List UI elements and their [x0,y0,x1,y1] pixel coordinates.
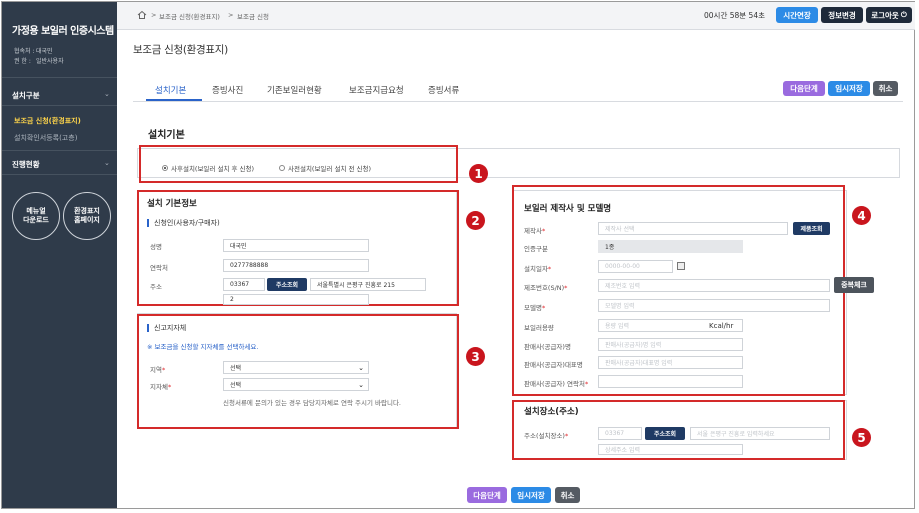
cert-label: 인증구분 [524,245,548,253]
region-select[interactable]: 선택 ⌄ [223,361,369,374]
local-gov-note: ※ 보조금을 신청할 지자체를 선택하세요. [147,343,259,351]
badge-3: 3 [466,347,485,366]
session-timer: 00시간 58분 54초 [704,11,765,20]
top-bar: > 보조금 신청(환경표지) > 보조금 신청 00시간 58분 54초 시간연… [117,2,915,30]
local-gov-help: 신청서류에 문의가 있는 경우 담당지자체로 연락 주시기 바랍니다. [223,399,401,407]
chevron-down-icon: ⌄ [358,364,364,372]
address-search-button[interactable]: 주소조회 [267,278,307,291]
next-step-button[interactable]: 다음단계 [783,81,825,96]
seller-contact-label: 판매사(공급자) 연락처* [524,380,589,388]
badge-4: 4 [852,206,871,225]
breadcrumb-item[interactable]: 보조금 신청(환경표지) [159,11,220,21]
badge-1: 1 [469,164,488,183]
phone-label: 연락처 [150,264,168,272]
sidebar-item-progress[interactable]: 진행현황 [12,159,40,170]
serial-label: 제조번호(S/N)* [524,284,568,292]
manual-download-button[interactable]: 메뉴얼 다운로드 [12,192,60,240]
sidebar: 가정용 보일러 인증시스템 협속처 : 대국민 권 한 : 일반사용자 설치구분 ⌄… [2,2,117,508]
radio-pre-install[interactable]: 사전설치(보일러 설치 전 신청) [279,163,371,173]
eco-homepage-button[interactable]: 환경표지 홈페이지 [63,192,111,240]
seller-label: 판매사(공급자)명 [524,343,571,351]
calendar-icon[interactable] [677,262,685,270]
maker-label: 제작사* [524,227,546,235]
home-icon[interactable] [137,10,147,20]
zip-field[interactable]: 03367 [223,278,265,291]
breadcrumb-current: 보조금 신청 [237,13,269,21]
power-icon: ⏻ [900,10,907,19]
app-title: 가정용 보일러 인증시스템 [12,26,114,37]
install-address-field[interactable]: 서울 은평구 진흥로 입력하세요 [690,427,830,440]
name-field[interactable]: 대국민 [223,239,369,252]
info-change-button[interactable]: 정보변경 [821,7,863,23]
next-step-button-bottom[interactable]: 다음단계 [467,487,507,503]
phone-field[interactable]: 0277788888 [223,259,369,272]
tab-evidence-docs[interactable]: 증빙서류 [428,84,459,96]
cancel-button-bottom[interactable]: 취소 [555,487,580,503]
install-zip-field[interactable]: 03367 [598,427,642,440]
basic-info-title: 설치 기본정보 [147,199,197,209]
install-address-search-button[interactable]: 주소조회 [645,427,685,440]
sidebar-item-install-type[interactable]: 설치구분 [12,90,40,101]
boiler-title: 보일러 제작사 및 모델명 [524,204,612,214]
user-info: 협속처 : 대국민 권 한 : 일반사용자 [14,48,64,65]
breadcrumb-sep: > [151,11,157,19]
duplicate-check-button[interactable]: 중복체크 [834,277,874,293]
maker-field[interactable]: 제작사 선택 [598,222,788,235]
seller-field[interactable]: 판매사(공급자)명 입력 [598,338,743,351]
sidebar-sub-subsidy[interactable]: 보조금 신청(환경표지) [14,116,81,126]
gov-select[interactable]: 선택 ⌄ [223,378,369,391]
install-address-label: 주소(설치장소)* [524,432,569,440]
model-label: 모델명* [524,304,546,312]
radio-post-install[interactable]: 사후설치(보일러 설치 후 신청) [162,163,254,173]
cancel-button[interactable]: 취소 [873,81,898,96]
seller-rep-label: 판매사(공급자)대표명 [524,361,583,369]
tab-old-boiler[interactable]: 기존보일러현황 [267,84,322,96]
address-label: 주소 [150,283,162,291]
temp-save-button-bottom[interactable]: 임시저장 [511,487,551,503]
applicant-subtitle: 신청인(사용자/구매자) [147,219,220,227]
tab-indicator [146,99,202,101]
local-gov-subtitle: 신고지자체 [147,324,186,332]
chevron-down-icon: ⌄ [358,381,364,389]
capacity-label: 보일러용량 [524,324,554,332]
badge-5: 5 [852,428,871,447]
breadcrumb-sep: > [228,11,234,19]
gov-label: 지자체* [150,383,172,391]
section-title: 설치기본 [148,130,185,141]
chevron-down-icon[interactable]: ⌄ [104,159,110,167]
temp-save-button[interactable]: 임시저장 [828,81,870,96]
tab-payment-request[interactable]: 보조금지급요청 [349,84,404,96]
tab-evidence-photo[interactable]: 증빙사진 [212,84,243,96]
install-detail-field[interactable]: 상세주소 입력 [598,444,743,455]
date-field[interactable]: 0000-00-00 [598,260,673,273]
model-field[interactable]: 모델명 입력 [598,299,830,312]
name-label: 성명 [150,243,162,251]
capacity-unit: Kcal/hr [709,322,734,330]
sidebar-sub-install-confirm[interactable]: 설치확인서등록(고층) [14,133,77,143]
address-detail-field[interactable]: 2 [223,294,369,305]
chevron-down-icon[interactable]: ⌄ [104,90,110,98]
seller-contact-field[interactable] [598,375,743,388]
tab-install-basic[interactable]: 설치기본 [155,84,186,96]
logout-button[interactable]: 로그아웃 ⏻ [866,7,912,23]
install-place-title: 설치장소(주소) [524,407,579,417]
date-label: 설치일자* [524,265,552,273]
product-search-button[interactable]: 제품조회 [793,222,830,235]
serial-field[interactable]: 제조번호 입력 [598,279,830,292]
extend-time-button[interactable]: 시간연장 [776,7,818,23]
seller-rep-field[interactable]: 판매사(공급자)대표명 입력 [598,356,743,369]
badge-2: 2 [466,211,485,230]
address-field[interactable]: 서울특별시 은평구 진흥로 215 [310,278,426,291]
region-label: 지역* [150,366,166,374]
cert-field: 1종 [598,240,743,253]
page-title: 보조금 신청(환경표지) [133,44,228,56]
